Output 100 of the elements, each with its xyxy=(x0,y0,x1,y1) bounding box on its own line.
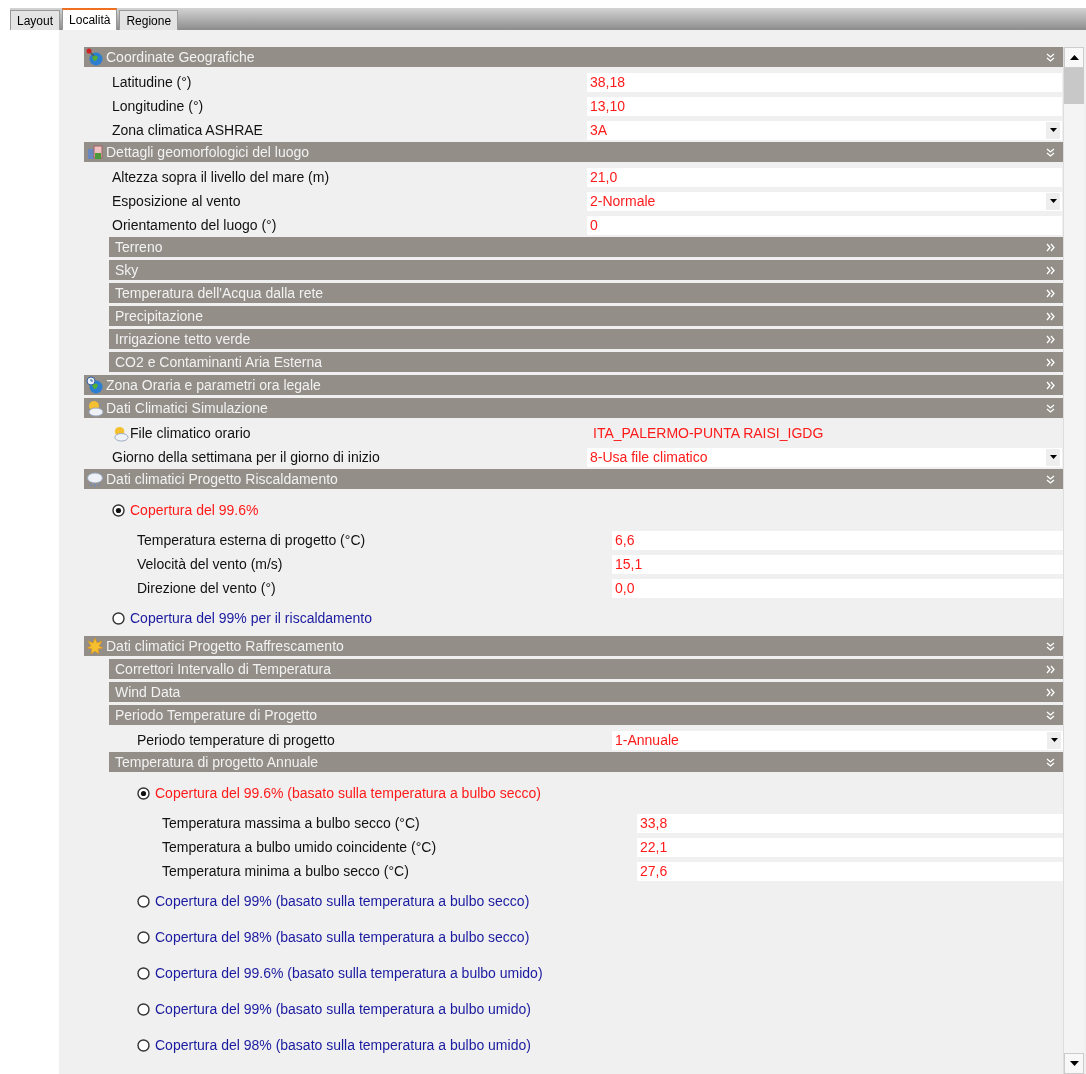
chevron-right-icon[interactable] xyxy=(1046,380,1055,390)
chevron-right-icon[interactable] xyxy=(1046,265,1055,275)
radio-button[interactable] xyxy=(137,786,150,800)
section-header[interactable]: Sky xyxy=(109,260,1063,280)
radio-option[interactable]: Copertura del 99% (basato sulla temperatura a bulbo umido) xyxy=(137,1001,531,1017)
section-header[interactable]: Dati climatici Progetto Raffrescamento xyxy=(84,636,1063,656)
chevron-right-icon[interactable] xyxy=(1046,242,1055,252)
radio-button[interactable] xyxy=(112,611,125,625)
input-field[interactable]: 0,0 xyxy=(612,578,1063,598)
tab[interactable]: Località xyxy=(62,8,118,30)
chevron-right-icon[interactable] xyxy=(1046,687,1055,697)
scroll-thumb[interactable] xyxy=(1064,68,1084,104)
section-title: Terreno xyxy=(114,239,164,255)
section-header[interactable]: Terreno xyxy=(109,237,1063,257)
section-header[interactable]: Dati Climatici Simulazione xyxy=(84,398,1063,418)
section-title: Correttori Intervallo di Temperatura xyxy=(114,661,333,677)
dropdown-field[interactable]: 1-Annuale xyxy=(612,730,1063,750)
section-title: Dati climatici Progetto Riscaldamento xyxy=(106,471,339,487)
scroll-up-icon[interactable] xyxy=(1064,47,1084,68)
input-field[interactable]: 13,10 xyxy=(587,96,1062,116)
radio-option[interactable]: Copertura del 99.6% (basato sulla temperatura a bulbo umido) xyxy=(137,965,543,981)
input-field[interactable]: 33,8 xyxy=(637,813,1063,833)
input-field[interactable]: 15,1 xyxy=(612,554,1063,574)
tab[interactable]: Regione xyxy=(119,10,179,30)
field-label: Latitudine (°) xyxy=(112,74,192,90)
tab[interactable]: Layout xyxy=(10,10,61,30)
chevron-right-icon[interactable] xyxy=(1046,357,1055,367)
expand-down-icon[interactable] xyxy=(1046,52,1055,62)
field-label: File climatico orario xyxy=(130,425,251,441)
input-field[interactable]: 21,0 xyxy=(587,167,1062,187)
section-title: Temperatura dell'Acqua dalla rete xyxy=(114,285,325,301)
section-title: Coordinate Geografiche xyxy=(106,49,256,65)
radio-button[interactable] xyxy=(112,503,125,517)
field-label: Altezza sopra il livello del mare (m) xyxy=(112,169,330,185)
sun-cloud-icon xyxy=(86,399,104,417)
input-field[interactable]: 0 xyxy=(587,215,1062,235)
section-header[interactable]: Temperatura di progetto Annuale xyxy=(109,752,1063,772)
radio-option[interactable]: Copertura del 99.6% (basato sulla temperatura a bulbo secco) xyxy=(137,785,541,801)
radio-button[interactable] xyxy=(137,1002,150,1016)
section-title: Zona Oraria e parametri ora legale xyxy=(106,377,322,393)
radio-option[interactable]: Copertura del 99% (basato sulla temperatura a bulbo secco) xyxy=(137,893,530,909)
section-title: Temperatura di progetto Annuale xyxy=(114,754,320,770)
field-label: Direzione del vento (°) xyxy=(137,580,276,596)
expand-down-icon[interactable] xyxy=(1046,403,1055,413)
radio-option[interactable]: Copertura del 99% per il riscaldamento xyxy=(112,610,372,626)
section-title: Dati climatici Progetto Raffrescamento xyxy=(106,638,345,654)
dropdown-field[interactable]: 8-Usa file climatico xyxy=(587,447,1062,467)
section-header[interactable]: Dettagli geomorfologici del luogo xyxy=(84,142,1063,162)
input-field[interactable]: 27,6 xyxy=(637,861,1063,881)
section-header[interactable]: CO2 e Contaminanti Aria Esterna xyxy=(109,352,1063,372)
file-name[interactable]: ITA_PALERMO-PUNTA RAISI_IGDG xyxy=(587,425,824,441)
section-header[interactable]: Temperatura dell'Acqua dalla rete xyxy=(109,283,1063,303)
radio-button[interactable] xyxy=(137,894,150,908)
radio-option[interactable]: Copertura del 99.6% xyxy=(112,502,259,518)
blocks-icon xyxy=(86,143,104,161)
sun-cloud-icon xyxy=(112,424,129,442)
field-label: Longitudine (°) xyxy=(112,98,204,114)
field-label: Esposizione al vento xyxy=(112,193,241,209)
expand-down-icon[interactable] xyxy=(1046,757,1055,767)
section-header[interactable]: Periodo Temperature di Progetto xyxy=(109,705,1063,725)
expand-down-icon[interactable] xyxy=(1046,474,1055,484)
section-header[interactable]: Dati climatici Progetto Riscaldamento xyxy=(84,469,1063,489)
globe-pin-icon xyxy=(86,48,104,66)
expand-down-icon[interactable] xyxy=(1046,641,1055,651)
scroll-down-icon[interactable] xyxy=(1064,1053,1084,1074)
sun-icon xyxy=(86,637,104,655)
chevron-right-icon[interactable] xyxy=(1046,664,1055,674)
radio-option[interactable]: Copertura del 98% (basato sulla temperatura a bulbo secco) xyxy=(137,929,530,945)
dropdown-field[interactable]: 3A xyxy=(587,120,1062,140)
radio-button[interactable] xyxy=(137,930,150,944)
section-title: CO2 e Contaminanti Aria Esterna xyxy=(114,354,323,370)
chevron-right-icon[interactable] xyxy=(1046,288,1055,298)
field-label: Temperatura minima a bulbo secco (°C) xyxy=(162,863,409,879)
dropdown-field[interactable]: 2-Normale xyxy=(587,191,1062,211)
section-header[interactable]: Zona Oraria e parametri ora legale xyxy=(84,375,1063,395)
input-field[interactable]: 22,1 xyxy=(637,837,1063,857)
input-field[interactable]: 6,6 xyxy=(612,530,1063,550)
input-field[interactable]: 38,18 xyxy=(587,72,1062,92)
scrollbar[interactable] xyxy=(1063,47,1084,1074)
section-title: Dati Climatici Simulazione xyxy=(106,400,269,416)
section-header[interactable]: Coordinate Geografiche xyxy=(84,47,1063,67)
field-label: Zona climatica ASHRAE xyxy=(112,122,263,138)
expand-down-icon[interactable] xyxy=(1046,710,1055,720)
section-header[interactable]: Wind Data xyxy=(109,682,1063,702)
radio-button[interactable] xyxy=(137,1038,150,1052)
section-title: Periodo Temperature di Progetto xyxy=(114,707,319,723)
globe-clock-icon xyxy=(86,376,104,394)
section-header[interactable]: Irrigazione tetto verde xyxy=(109,329,1063,349)
chevron-right-icon[interactable] xyxy=(1046,311,1055,321)
field-label: Periodo temperature di progetto xyxy=(137,732,335,748)
field-label: Velocità del vento (m/s) xyxy=(137,556,283,572)
section-header[interactable]: Precipitazione xyxy=(109,306,1063,326)
radio-button[interactable] xyxy=(137,966,150,980)
expand-down-icon[interactable] xyxy=(1046,147,1055,157)
section-header[interactable]: Correttori Intervallo di Temperatura xyxy=(109,659,1063,679)
field-label: Orientamento del luogo (°) xyxy=(112,217,277,233)
radio-option[interactable]: Copertura del 98% (basato sulla temperatura a bulbo umido) xyxy=(137,1037,531,1053)
section-title: Dettagli geomorfologici del luogo xyxy=(106,144,311,160)
section-title: Irrigazione tetto verde xyxy=(114,331,252,347)
chevron-right-icon[interactable] xyxy=(1046,334,1055,344)
